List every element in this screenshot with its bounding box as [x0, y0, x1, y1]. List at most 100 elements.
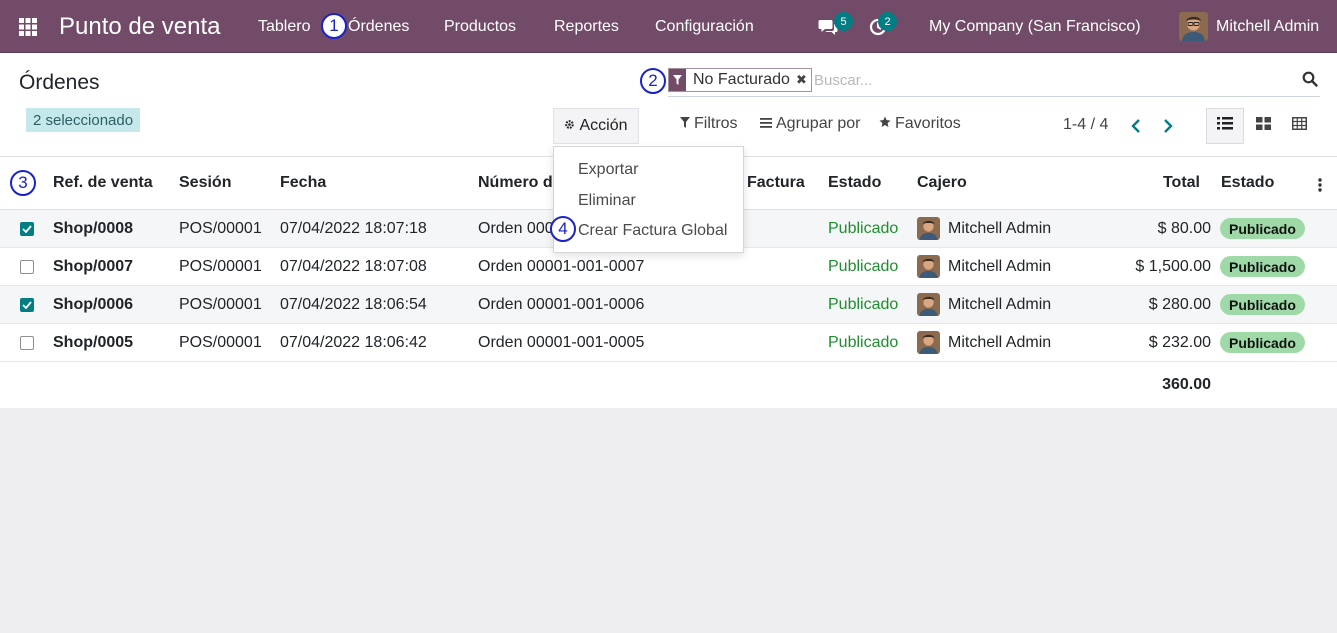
status-badge: Publicado: [1220, 218, 1305, 239]
column-header-date[interactable]: Fecha: [280, 157, 326, 209]
pager-value[interactable]: 1-4 / 4: [1063, 116, 1108, 134]
table-row[interactable]: Shop/0006 POS/00001 07/04/2022 18:06:54 …: [0, 286, 1337, 324]
order-ref: Shop/0006: [53, 295, 134, 313]
star-icon: [879, 115, 891, 133]
menu-item-ordenes[interactable]: Órdenes: [348, 0, 409, 53]
cashier-avatar: [917, 293, 940, 316]
page-title: Órdenes: [19, 71, 100, 94]
action-button-label: Acción: [579, 117, 628, 134]
messages-count-badge: 5: [834, 12, 853, 31]
order-total: $ 280.00: [1148, 295, 1211, 313]
cashier-avatar: [917, 217, 940, 240]
menu-item-tablero[interactable]: Tablero: [258, 0, 310, 53]
table-row[interactable]: Shop/0007 POS/00001 07/04/2022 18:07:08 …: [0, 248, 1337, 286]
menu-item-export[interactable]: Exportar: [578, 161, 638, 179]
column-header-status[interactable]: Estado: [1221, 157, 1274, 209]
company-switcher[interactable]: My Company (San Francisco): [929, 0, 1141, 53]
order-status-cell: Publicado: [1220, 324, 1305, 361]
menu-item-delete[interactable]: Eliminar: [578, 192, 636, 210]
order-status-cell: Publicado: [1220, 248, 1305, 285]
optional-columns-icon[interactable]: [1318, 178, 1322, 197]
order-session: POS/00001: [179, 257, 262, 275]
order-ref: Shop/0008: [53, 219, 134, 237]
filters-button[interactable]: Filtros: [680, 115, 738, 133]
order-status-cell: Publicado: [1220, 210, 1305, 247]
activities-count-badge: 2: [878, 12, 897, 31]
apps-menu-icon[interactable]: [18, 0, 42, 53]
annotation-marker-3: 3: [10, 170, 36, 196]
menu-item-configuracion[interactable]: Configuración: [655, 0, 754, 53]
search-bar: No Facturado ✖: [668, 67, 1320, 97]
row-checkbox[interactable]: [20, 335, 34, 350]
menu-item-reportes[interactable]: Reportes: [554, 0, 619, 53]
action-button[interactable]: Acción: [553, 108, 639, 144]
order-session: POS/00001: [179, 295, 262, 313]
control-panel: Órdenes 2 seleccionado No Facturado ✖ Ac…: [0, 53, 1337, 157]
annotation-marker-2: 2: [640, 68, 666, 94]
column-header-cashier[interactable]: Cajero: [917, 157, 967, 209]
status-badge: Publicado: [1220, 256, 1305, 277]
order-date: 07/04/2022 18:07:18: [280, 219, 427, 237]
column-header-receipt[interactable]: Número de: [478, 157, 562, 209]
annotation-marker-1: 1: [321, 13, 347, 39]
row-select-cell[interactable]: [0, 324, 50, 361]
cashier-name: Mitchell Admin: [948, 257, 1052, 275]
group-by-button[interactable]: Agrupar por: [760, 115, 861, 133]
row-checkbox-checked[interactable]: [20, 297, 34, 312]
order-state: Publicado: [828, 219, 899, 237]
order-cashier: Mitchell Admin: [917, 324, 1051, 361]
filter-facet-icon: [669, 69, 686, 91]
order-state: Publicado: [828, 257, 899, 275]
table-row[interactable]: Shop/0005 POS/00001 07/04/2022 18:06:42 …: [0, 324, 1337, 362]
list-view-button[interactable]: [1206, 108, 1244, 144]
pager-next-icon[interactable]: [1163, 118, 1174, 139]
pager-previous-icon[interactable]: [1130, 118, 1141, 139]
column-header-ref[interactable]: Ref. de venta: [53, 157, 153, 209]
search-icon[interactable]: [1302, 71, 1318, 92]
table-grid-icon: [1291, 117, 1307, 135]
menu-item-productos[interactable]: Productos: [444, 0, 516, 53]
filters-label: Filtros: [694, 115, 738, 132]
cashier-avatar: [917, 255, 940, 278]
favorites-label: Favoritos: [895, 115, 961, 132]
order-receipt: Orden 00001-001-0006: [478, 295, 645, 313]
pivot-view-button[interactable]: [1280, 108, 1318, 144]
column-header-total[interactable]: Total: [1100, 157, 1200, 209]
search-input[interactable]: [814, 68, 1274, 92]
row-select-cell[interactable]: [0, 248, 50, 285]
kanban-view-button[interactable]: [1244, 108, 1282, 144]
order-date: 07/04/2022 18:07:08: [280, 257, 427, 275]
order-cashier: Mitchell Admin: [917, 286, 1051, 323]
order-total: $ 232.00: [1148, 333, 1211, 351]
search-facet: No Facturado ✖: [668, 68, 812, 92]
app-title[interactable]: Punto de venta: [59, 0, 220, 53]
order-ref: Shop/0005: [53, 333, 134, 351]
action-dropdown-menu: Exportar Eliminar Crear Factura Global: [553, 146, 744, 253]
order-session: POS/00001: [179, 333, 262, 351]
column-header-session[interactable]: Sesión: [179, 157, 231, 209]
status-badge: Publicado: [1220, 332, 1305, 353]
order-date: 07/04/2022 18:06:42: [280, 333, 427, 351]
user-avatar[interactable]: [1179, 0, 1208, 53]
favorites-button[interactable]: Favoritos: [879, 115, 961, 133]
column-header-invoice[interactable]: Factura: [747, 157, 805, 209]
menu-item-global-invoice[interactable]: Crear Factura Global: [578, 222, 727, 240]
facet-remove-icon[interactable]: ✖: [796, 69, 811, 91]
user-name[interactable]: Mitchell Admin: [1216, 0, 1319, 53]
order-state: Publicado: [828, 295, 899, 313]
cashier-name: Mitchell Admin: [948, 333, 1052, 351]
top-navbar: Punto de venta Tablero Órdenes Productos…: [0, 0, 1337, 53]
annotation-marker-4: 4: [550, 216, 576, 242]
selected-count-badge: 2 seleccionado: [26, 108, 141, 132]
order-total: $ 80.00: [1157, 219, 1211, 237]
row-select-cell[interactable]: [0, 286, 50, 323]
order-receipt: Orden 00001-001-0005: [478, 333, 645, 351]
cashier-name: Mitchell Admin: [948, 219, 1052, 237]
row-select-cell[interactable]: [0, 210, 50, 247]
row-checkbox-checked[interactable]: [20, 221, 34, 236]
order-session: POS/00001: [179, 219, 262, 237]
row-checkbox[interactable]: [20, 259, 34, 274]
column-header-state[interactable]: Estado: [828, 157, 881, 209]
grand-total: 360.00: [1162, 375, 1211, 393]
order-state: Publicado: [828, 333, 899, 351]
